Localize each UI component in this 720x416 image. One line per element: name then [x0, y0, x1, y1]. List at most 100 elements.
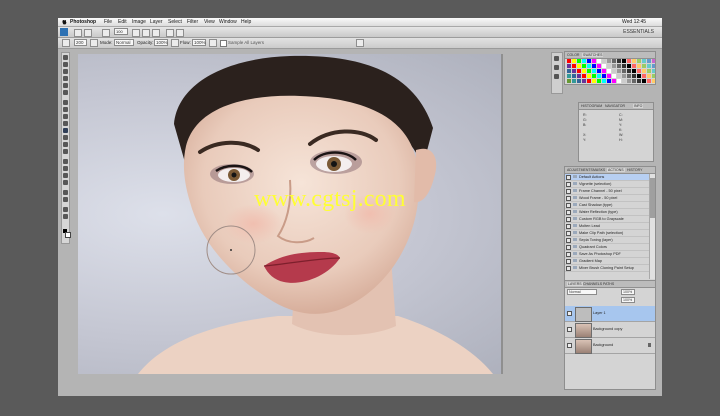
- swatch[interactable]: [627, 69, 631, 73]
- actions-scrollbar[interactable]: [649, 174, 655, 279]
- swatch[interactable]: [572, 69, 576, 73]
- swatch[interactable]: [622, 74, 626, 78]
- swatch[interactable]: [602, 79, 606, 83]
- swatch[interactable]: [612, 64, 616, 68]
- swatch[interactable]: [632, 74, 636, 78]
- lasso-tool-icon[interactable]: [63, 69, 68, 74]
- swatch[interactable]: [647, 74, 651, 78]
- swatch[interactable]: [602, 59, 606, 63]
- character-icon[interactable]: [554, 74, 559, 79]
- action-row[interactable]: Quadrant Colors: [565, 244, 649, 251]
- swatch[interactable]: [617, 79, 621, 83]
- action-row[interactable]: Water Reflection (type): [565, 209, 649, 216]
- action-row[interactable]: Default Actions: [565, 174, 649, 181]
- swatch[interactable]: [607, 74, 611, 78]
- menu-file[interactable]: File: [104, 19, 112, 25]
- tab-layers[interactable]: LAYERS: [567, 282, 583, 286]
- swatch[interactable]: [592, 79, 596, 83]
- move-tool-icon[interactable]: [63, 55, 68, 60]
- swatch[interactable]: [652, 69, 655, 73]
- sample-all-layers-checkbox[interactable]: [220, 40, 227, 47]
- hand-tool-icon[interactable]: [63, 207, 68, 212]
- swatch[interactable]: [567, 79, 571, 83]
- pen-tool-icon[interactable]: [63, 159, 68, 164]
- toggle-icon[interactable]: [566, 224, 571, 229]
- swatch[interactable]: [632, 64, 636, 68]
- eraser-tool-icon[interactable]: [63, 128, 68, 133]
- swatch[interactable]: [582, 69, 586, 73]
- layer-row[interactable]: Layer 1: [565, 306, 655, 322]
- swatch[interactable]: [642, 74, 646, 78]
- background-color-swatch[interactable]: [65, 232, 71, 238]
- swatch[interactable]: [567, 74, 571, 78]
- menu-image[interactable]: Image: [132, 19, 146, 25]
- action-row[interactable]: Cast Shadow (type): [565, 202, 649, 209]
- toggle-icon[interactable]: [566, 259, 571, 264]
- swatch[interactable]: [587, 79, 591, 83]
- swatch[interactable]: [577, 74, 581, 78]
- extras-button[interactable]: [102, 29, 110, 37]
- action-row[interactable]: Vignette (selection): [565, 181, 649, 188]
- tab-color[interactable]: COLOR: [567, 53, 579, 57]
- swatch[interactable]: [637, 74, 641, 78]
- swatch[interactable]: [602, 69, 606, 73]
- swatch[interactable]: [647, 69, 651, 73]
- swatch[interactable]: [587, 74, 591, 78]
- brush-preset-icon[interactable]: [554, 56, 559, 61]
- menu-view[interactable]: View: [204, 19, 215, 25]
- menu-edit[interactable]: Edit: [118, 19, 127, 25]
- dodge-tool-icon[interactable]: [63, 149, 68, 154]
- tab-masks[interactable]: MASKS: [593, 168, 605, 172]
- tab-info[interactable]: INFO: [633, 104, 644, 108]
- menu-window[interactable]: Window: [219, 19, 237, 25]
- swatch[interactable]: [577, 64, 581, 68]
- rotate-view-button[interactable]: [152, 29, 160, 37]
- swatch[interactable]: [582, 59, 586, 63]
- swatch[interactable]: [577, 69, 581, 73]
- crop-tool-icon[interactable]: [63, 83, 68, 88]
- swatch[interactable]: [637, 79, 641, 83]
- action-row[interactable]: Save As Photoshop PDF: [565, 251, 649, 258]
- swatch[interactable]: [607, 64, 611, 68]
- action-row[interactable]: Gradient Map: [565, 258, 649, 265]
- action-row[interactable]: Wood Frame - 50 pixel: [565, 195, 649, 202]
- swatch[interactable]: [612, 59, 616, 63]
- swatch[interactable]: [632, 59, 636, 63]
- menu-filter[interactable]: Filter: [187, 19, 198, 25]
- tab-history[interactable]: HISTORY: [627, 168, 642, 172]
- swatch[interactable]: [572, 59, 576, 63]
- action-row[interactable]: Custom RGB to Grayscale: [565, 216, 649, 223]
- brush-size-field[interactable]: 200: [74, 39, 87, 46]
- airbrush-button[interactable]: [209, 39, 217, 47]
- swatch[interactable]: [582, 64, 586, 68]
- swatch[interactable]: [647, 64, 651, 68]
- healing-brush-tool-icon[interactable]: [63, 100, 68, 105]
- swatch[interactable]: [622, 79, 626, 83]
- swatch[interactable]: [647, 79, 651, 83]
- toggle-icon[interactable]: [566, 175, 571, 180]
- opacity-field[interactable]: 100%: [154, 39, 168, 46]
- zoom-tool-button[interactable]: [142, 29, 150, 37]
- blend-mode-select[interactable]: Normal: [567, 289, 597, 295]
- action-row[interactable]: Mixer Brush Cloning Paint Setup: [565, 265, 649, 272]
- eye-icon[interactable]: [567, 327, 572, 332]
- pressure-opacity-button[interactable]: [171, 39, 179, 47]
- swatch[interactable]: [612, 79, 616, 83]
- tool-preset-picker[interactable]: [62, 39, 70, 47]
- pressure-size-button[interactable]: [356, 39, 364, 47]
- swatch[interactable]: [617, 59, 621, 63]
- eye-icon[interactable]: [567, 343, 572, 348]
- tab-navigator[interactable]: NAVIGATOR: [605, 104, 625, 108]
- brush-panel-toggle[interactable]: [90, 39, 98, 47]
- swatch[interactable]: [632, 69, 636, 73]
- swatch[interactable]: [637, 59, 641, 63]
- swatch[interactable]: [567, 69, 571, 73]
- actions-scrollthumb[interactable]: [650, 178, 655, 218]
- swatch[interactable]: [577, 79, 581, 83]
- tab-actions[interactable]: ACTIONS: [607, 168, 625, 172]
- brush-tool-icon[interactable]: [63, 107, 68, 112]
- document-canvas[interactable]: www.cgtsj.com: [78, 54, 501, 374]
- path-selection-tool-icon[interactable]: [63, 173, 68, 178]
- swatch[interactable]: [597, 79, 601, 83]
- swatch[interactable]: [607, 69, 611, 73]
